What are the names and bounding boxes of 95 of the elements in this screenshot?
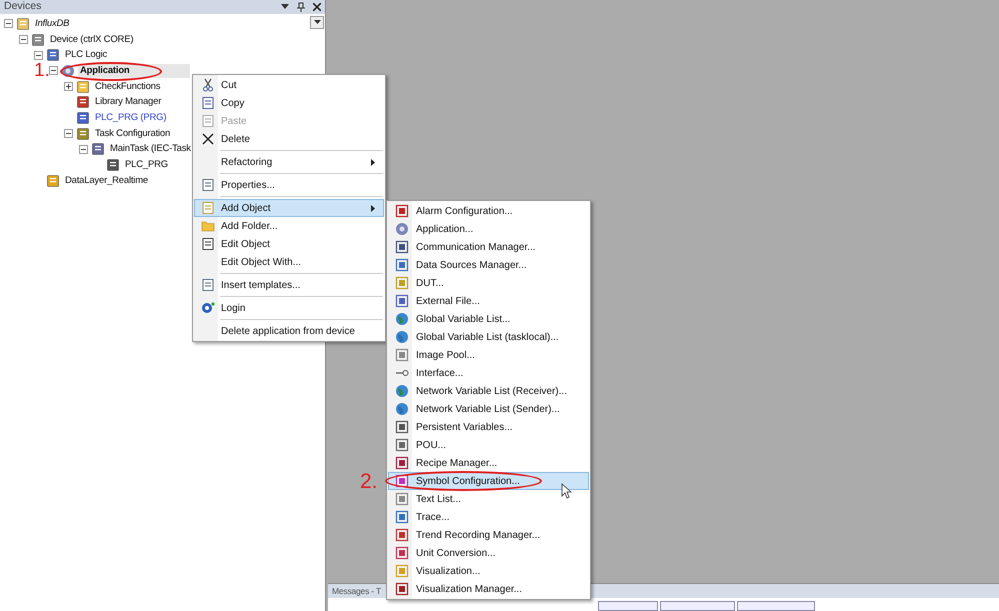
tree-item[interactable]: Library Manager [93, 95, 164, 110]
object-icon [395, 438, 409, 452]
menu-item[interactable]: POU... [388, 436, 589, 454]
filter-button[interactable] [660, 601, 735, 611]
object-icon [395, 528, 409, 542]
menu-item[interactable]: Text List... [388, 490, 589, 508]
menu-item[interactable]: Cut [194, 76, 384, 94]
object-icon [395, 294, 409, 308]
menu-item[interactable]: Delete application from device [194, 322, 384, 340]
tree-item[interactable]: PLC_PRG [123, 158, 170, 172]
submenu-arrow-icon [371, 204, 375, 212]
menu-item[interactable]: Delete [194, 130, 384, 148]
globe-icon [395, 402, 409, 416]
object-icon [395, 546, 409, 560]
globe-icon [395, 312, 409, 326]
object-icon [395, 240, 409, 254]
menu-item[interactable]: Insert templates... [194, 276, 384, 294]
menu-item[interactable]: Data Sources Manager... [388, 256, 589, 274]
tree-item[interactable]: CheckFunctions [93, 80, 162, 94]
menu-item[interactable]: Global Variable List (tasklocal)... [388, 328, 589, 346]
menu-item[interactable]: Trace... [388, 508, 589, 526]
panel-title: Devices [4, 0, 42, 14]
collapse-toggle[interactable] [4, 19, 13, 28]
menu-item[interactable]: Refactoring [194, 153, 384, 171]
submenu-arrow-icon [371, 158, 375, 166]
object-icon [395, 420, 409, 434]
step-annotation: 2. [360, 471, 378, 492]
tree-item[interactable]: InfluxDB [33, 16, 72, 31]
menu-item[interactable]: Communication Manager... [388, 238, 589, 256]
globe-icon [395, 330, 409, 344]
filter-button[interactable] [737, 601, 815, 611]
object-icon [395, 204, 409, 218]
tree-item[interactable]: PLC Logic [63, 48, 110, 62]
menu-item[interactable]: Visualization... [388, 562, 589, 580]
tree-item[interactable]: MainTask (IEC-Task [108, 142, 193, 156]
menu-item[interactable]: Trend Recording Manager... [388, 526, 589, 544]
menu-item[interactable]: Visualization Manager... [388, 580, 589, 598]
pin-icon[interactable] [297, 2, 305, 12]
object-icon [395, 276, 409, 290]
globe-icon [395, 384, 409, 398]
filter-button[interactable] [598, 601, 658, 611]
object-icon [395, 564, 409, 578]
object-icon [395, 492, 409, 506]
step-annotation: 1. [34, 61, 50, 80]
tree-item[interactable]: Device (ctrlX CORE) [48, 32, 136, 47]
dropdown-icon [314, 20, 320, 25]
collapse-toggle[interactable] [79, 144, 88, 154]
object-icon [395, 510, 409, 524]
tree-item[interactable]: Application [78, 64, 190, 78]
tree-item[interactable]: DataLayer_Realtime [63, 174, 150, 188]
document-icon [201, 237, 215, 251]
menu-item[interactable]: Persistent Variables... [388, 418, 589, 436]
menu-item[interactable]: Recipe Manager... [388, 454, 589, 472]
menu-item[interactable]: Network Variable List (Sender)... [388, 400, 589, 418]
document-icon [76, 110, 90, 125]
mouse-cursor-icon [561, 483, 572, 499]
dropdown-icon[interactable] [281, 4, 289, 10]
menu-item[interactable]: Alarm Configuration... [388, 202, 589, 220]
menu-item[interactable]: Copy [194, 94, 384, 112]
object-icon [395, 582, 409, 596]
panel-title: Messages - T [332, 584, 381, 598]
folder-icon [76, 80, 90, 94]
scissors-icon [202, 78, 214, 92]
menu-item[interactable]: Application... [388, 220, 589, 238]
scroll-dropdown-button[interactable] [310, 16, 324, 29]
object-icon [395, 348, 409, 362]
menu-item[interactable]: Add Folder... [194, 217, 384, 235]
menu-item[interactable]: External File... [388, 292, 589, 310]
connector-icon [395, 369, 409, 377]
close-icon[interactable] [313, 3, 321, 11]
menu-item[interactable]: Image Pool... [388, 346, 589, 364]
collapse-toggle[interactable] [34, 50, 43, 60]
menu-item[interactable]: Unit Conversion... [388, 544, 589, 562]
menu-item[interactable]: Edit Object With... [194, 253, 384, 271]
menu-item[interactable]: Symbol Configuration... [388, 472, 589, 490]
expand-toggle[interactable] [64, 82, 73, 92]
menu-item[interactable]: Add Object [194, 199, 384, 217]
close-icon [202, 133, 214, 145]
folder-icon [201, 220, 215, 232]
collapse-toggle[interactable] [49, 66, 58, 76]
menu-item[interactable]: Global Variable List... [388, 310, 589, 328]
object-icon [395, 456, 409, 470]
collapse-toggle[interactable] [64, 129, 73, 138]
tree-item[interactable]: PLC_PRG (PRG) [93, 110, 168, 125]
menu-item[interactable]: Network Variable List (Receiver)... [388, 382, 589, 400]
object-icon [395, 258, 409, 272]
collapse-toggle[interactable] [19, 35, 28, 44]
menu-item[interactable]: Edit Object [194, 235, 384, 253]
menu-item[interactable]: Login [194, 299, 384, 317]
document-icon [106, 158, 120, 172]
menu-item[interactable]: DUT... [388, 274, 589, 292]
menu-item[interactable]: Properties... [194, 176, 384, 194]
menu-item[interactable]: Interface... [388, 364, 589, 382]
object-icon [395, 474, 409, 488]
tree-item[interactable]: Task Configuration [93, 126, 172, 141]
